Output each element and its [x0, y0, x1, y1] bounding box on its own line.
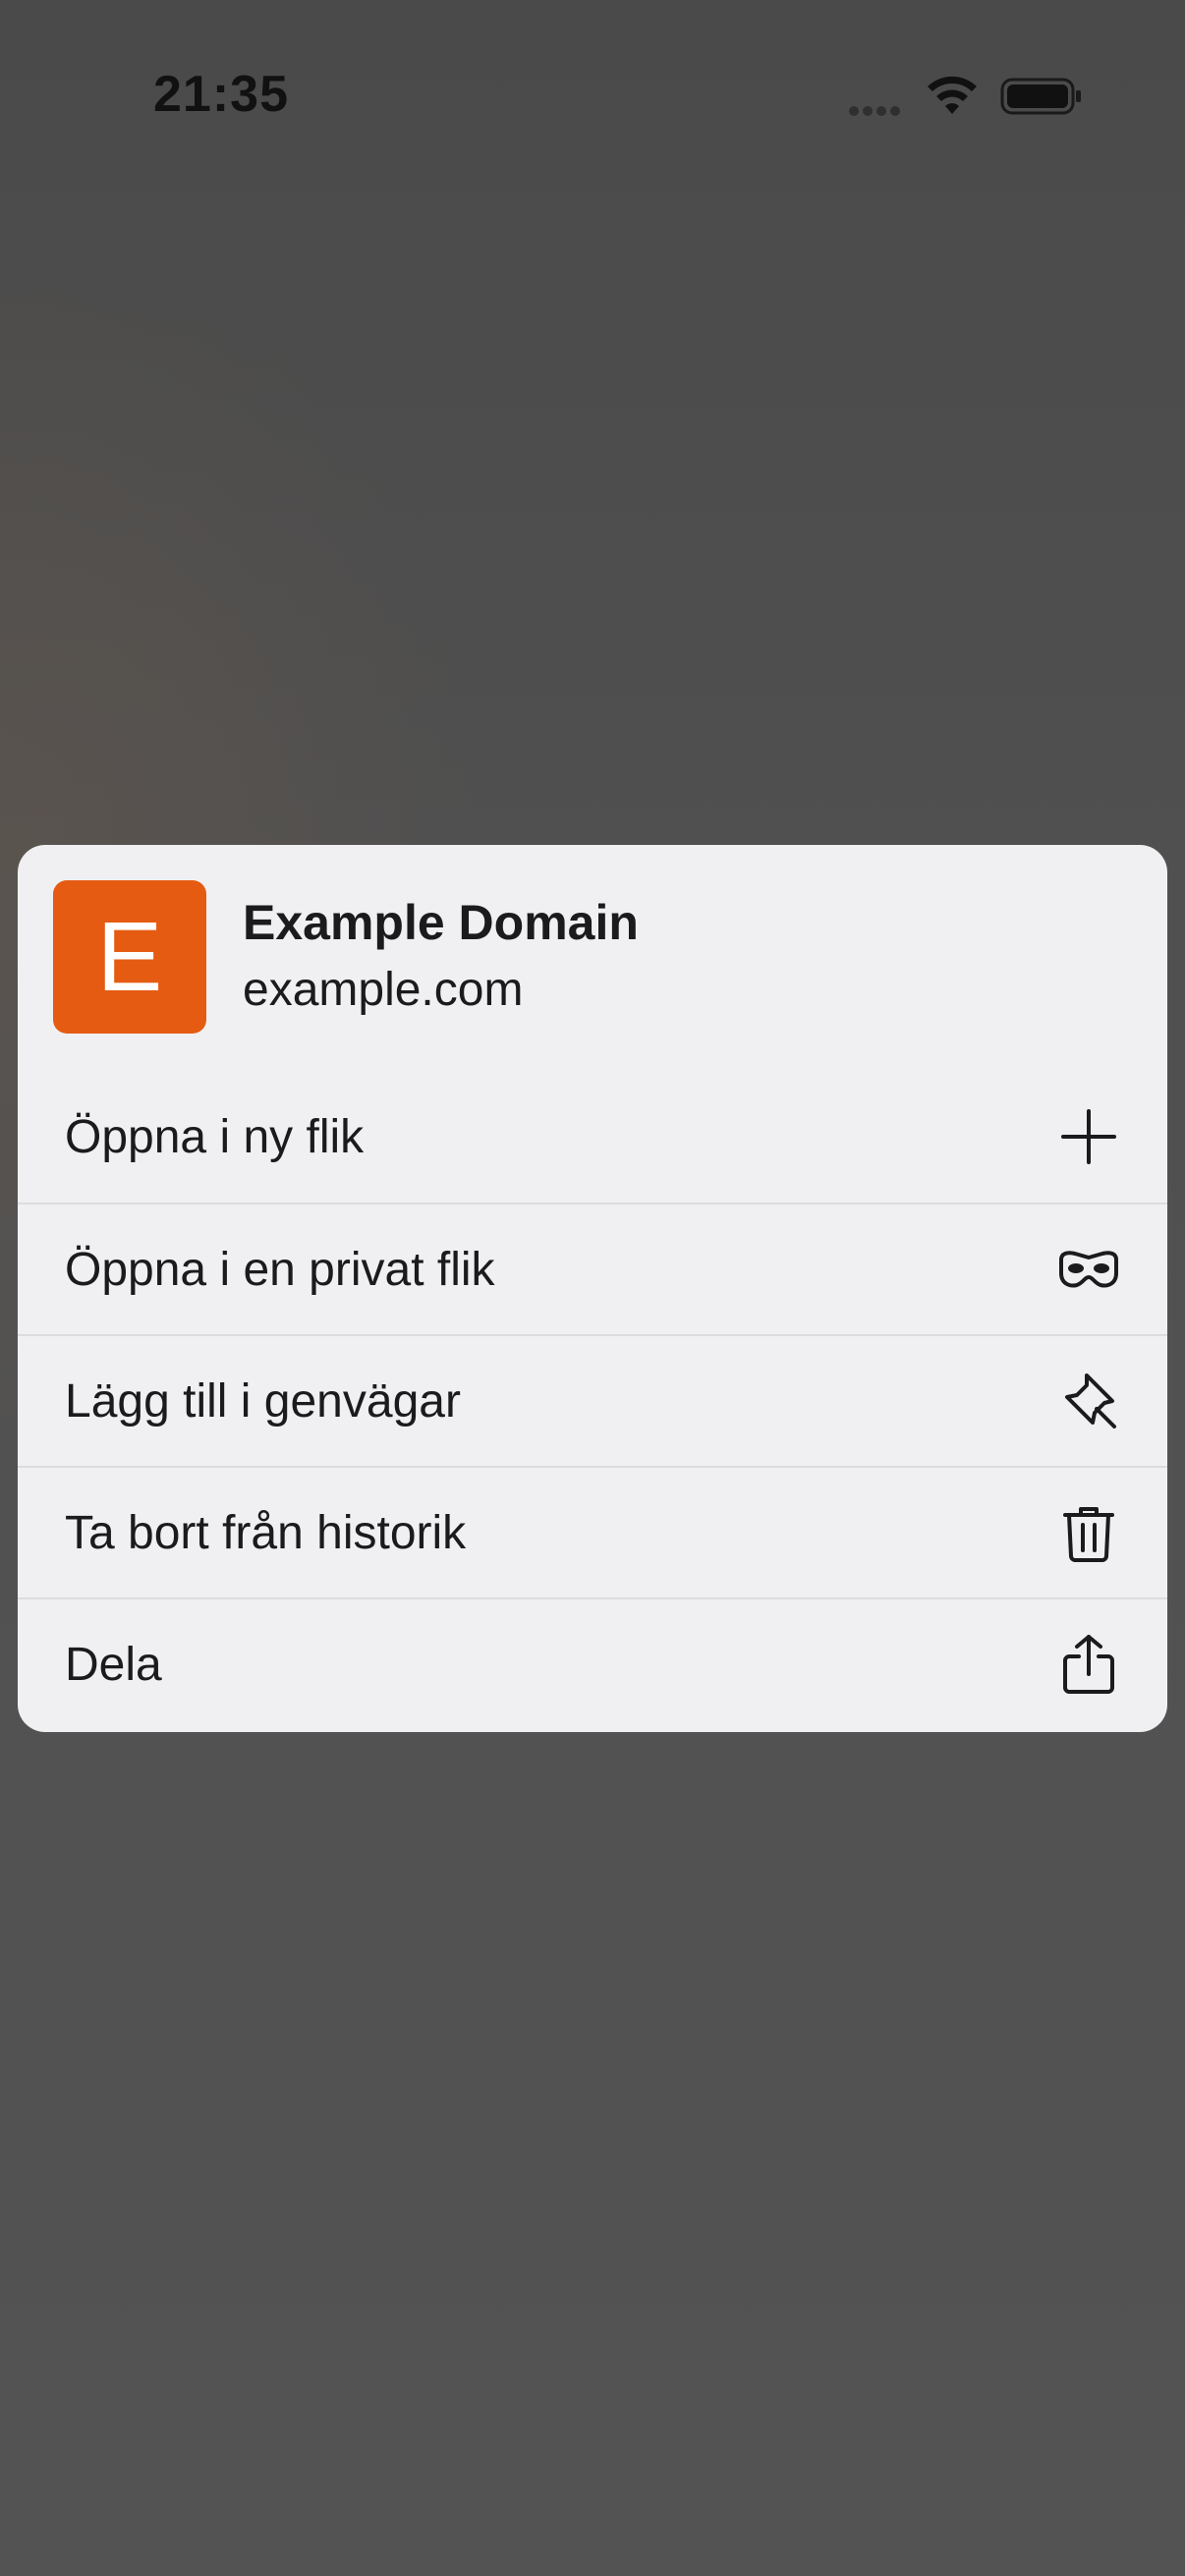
- link-context-menu: E Example Domain example.com Öppna i ny …: [18, 845, 1167, 1732]
- menu-item-open-private-tab[interactable]: Öppna i en privat flik: [18, 1203, 1167, 1334]
- wifi-icon: [928, 76, 977, 114]
- status-bar: 21:35: [0, 0, 1185, 187]
- link-preview-header: E Example Domain example.com: [18, 845, 1167, 1071]
- menu-item-label: Dela: [65, 1638, 162, 1691]
- menu-item-label: Öppna i en privat flik: [65, 1243, 495, 1296]
- status-time: 21:35: [153, 66, 289, 123]
- menu-item-share[interactable]: Dela: [18, 1597, 1167, 1729]
- menu-item-add-to-shortcuts[interactable]: Lägg till i genvägar: [18, 1334, 1167, 1466]
- menu-item-remove-from-history[interactable]: Ta bort från historik: [18, 1466, 1167, 1597]
- menu-item-label: Lägg till i genvägar: [65, 1374, 461, 1428]
- site-favicon: E: [53, 880, 206, 1034]
- favicon-letter: E: [96, 901, 163, 1012]
- battery-icon: [1000, 78, 1081, 115]
- trash-icon: [1057, 1501, 1120, 1564]
- menu-item-open-new-tab[interactable]: Öppna i ny flik: [18, 1071, 1167, 1203]
- menu-item-label: Öppna i ny flik: [65, 1110, 365, 1163]
- cellular-signal-icon: [849, 103, 908, 116]
- private-mask-icon: [1057, 1238, 1120, 1301]
- context-menu-list: Öppna i ny flik Öppna i en privat flik L…: [18, 1071, 1167, 1729]
- site-title: Example Domain: [243, 895, 639, 950]
- share-icon: [1057, 1633, 1120, 1696]
- menu-item-label: Ta bort från historik: [65, 1506, 467, 1559]
- site-url: example.com: [243, 964, 524, 1016]
- plus-icon: [1057, 1105, 1120, 1168]
- pin-icon: [1057, 1370, 1120, 1432]
